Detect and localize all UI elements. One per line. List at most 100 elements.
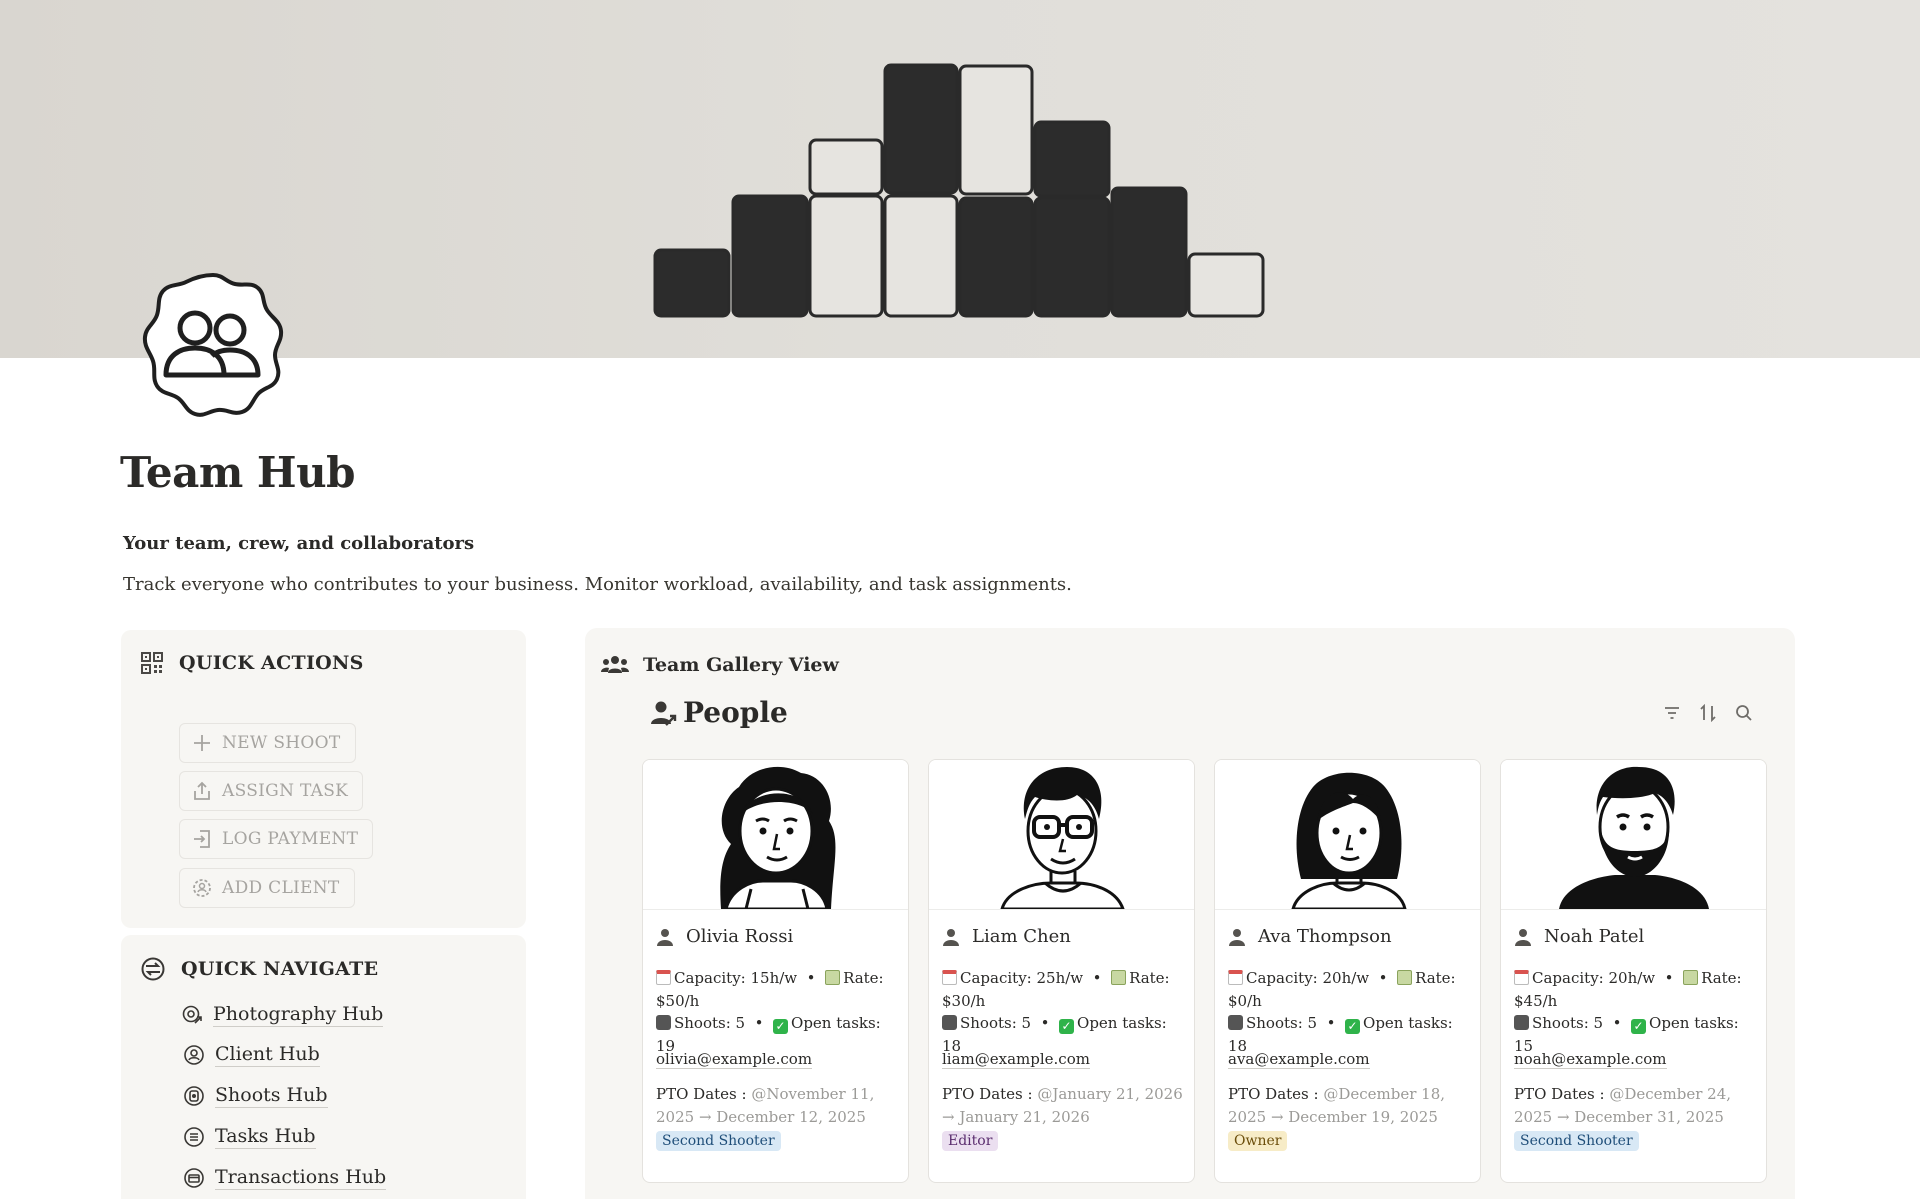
role-badge: Owner xyxy=(1228,1131,1288,1151)
calendar-icon xyxy=(1228,970,1243,985)
nav-shoots-hub-label: Shoots Hub xyxy=(215,1084,328,1108)
email-link[interactable]: noah@example.com xyxy=(1514,1048,1756,1071)
person-name: Ava Thompson xyxy=(1258,926,1392,947)
quick-navigate-heading: QUICK NAVIGATE xyxy=(181,958,379,980)
nav-photography-hub-label: Photography Hub xyxy=(213,1003,384,1027)
checkmark-icon: ✓ xyxy=(1345,1019,1361,1034)
checkmark-icon: ✓ xyxy=(1631,1019,1647,1034)
quick-navigate-panel: QUICK NAVIGATE Photography Hub Client Hu… xyxy=(121,935,526,1199)
email-link[interactable]: liam@example.com xyxy=(942,1048,1184,1071)
page-subtitle: Your team, crew, and collaborators xyxy=(123,533,475,554)
nav-tasks-hub[interactable]: Tasks Hub xyxy=(183,1125,316,1149)
log-payment-button[interactable]: LOG PAYMENT xyxy=(179,819,374,859)
transactions-hub-icon xyxy=(184,1168,204,1188)
person-name: Liam Chen xyxy=(972,926,1071,947)
assign-task-button[interactable]: ASSIGN TASK xyxy=(179,771,364,811)
camera-icon xyxy=(942,1015,957,1030)
nav-client-hub-label: Client Hub xyxy=(215,1043,320,1067)
capacity-text: Capacity: 20h/w xyxy=(1532,969,1656,987)
pto-dates: PTO Dates : @November 11, 2025 → Decembe… xyxy=(656,1083,898,1129)
new-shoot-button[interactable]: NEW SHOOT xyxy=(179,723,356,763)
person-icon xyxy=(1515,928,1531,946)
photography-hub-icon xyxy=(182,1005,202,1024)
log-payment-label: LOG PAYMENT xyxy=(222,829,359,849)
person-name: Noah Patel xyxy=(1544,926,1645,947)
pto-label: PTO Dates : xyxy=(656,1085,747,1103)
camera-icon xyxy=(1514,1015,1529,1030)
cover-image xyxy=(0,0,1920,358)
avatar xyxy=(929,760,1194,910)
person-card[interactable]: Ava Thompson Capacity: 20h/w • Rate: $0/… xyxy=(1214,759,1481,1183)
shoots-text: Shoots: 5 xyxy=(674,1014,746,1032)
nav-transactions-hub-label: Transactions Hub xyxy=(215,1166,387,1190)
shoots-text: Shoots: 5 xyxy=(1246,1014,1318,1032)
person-card[interactable]: Noah Patel Capacity: 20h/w • Rate: $45/h… xyxy=(1500,759,1767,1183)
money-icon xyxy=(1111,970,1127,985)
person-name: Olivia Rossi xyxy=(686,926,794,947)
people-database-title[interactable]: People xyxy=(649,696,788,729)
pto-dates: PTO Dates : @December 18, 2025 → Decembe… xyxy=(1228,1083,1470,1129)
pto-dates: PTO Dates : @January 21, 2026 → January … xyxy=(942,1083,1184,1129)
quick-actions-heading: QUICK ACTIONS xyxy=(179,652,364,674)
qr-grid-icon xyxy=(141,652,163,674)
client-hub-icon xyxy=(184,1045,204,1065)
person-arrow-icon xyxy=(651,701,677,726)
quick-actions-panel: QUICK ACTIONS NEW SHOOT ASSIGN TASK LOG … xyxy=(121,630,526,928)
role-badge: Second Shooter xyxy=(1514,1131,1639,1151)
pto-label: PTO Dates : xyxy=(942,1085,1033,1103)
team-icon xyxy=(138,270,288,420)
capacity-text: Capacity: 25h/w xyxy=(960,969,1084,987)
page-description: Track everyone who contributes to your b… xyxy=(123,574,1072,595)
team-gallery-panel: Team Gallery View People Olivia Rossi Ca… xyxy=(585,628,1795,1199)
person-icon xyxy=(657,928,673,946)
filter-icon[interactable] xyxy=(1663,704,1681,722)
capacity-rate: Capacity: 20h/w • Rate: $0/h xyxy=(1228,969,1456,1010)
role-badge: Editor xyxy=(942,1131,999,1151)
camera-icon xyxy=(656,1015,671,1030)
shoots-hub-icon xyxy=(184,1086,204,1106)
capacity-text: Capacity: 20h/w xyxy=(1246,969,1370,987)
email-link[interactable]: olivia@example.com xyxy=(656,1048,898,1071)
money-icon xyxy=(1397,970,1413,985)
cover-bar-art xyxy=(653,63,1265,318)
camera-icon xyxy=(1228,1015,1243,1030)
person-icon xyxy=(943,928,959,946)
calendar-icon xyxy=(942,970,957,985)
person-card[interactable]: Olivia Rossi Capacity: 15h/w • Rate: $50… xyxy=(642,759,909,1183)
nav-photography-hub[interactable]: Photography Hub xyxy=(181,1003,384,1027)
nav-shoots-hub[interactable]: Shoots Hub xyxy=(183,1084,328,1108)
capacity-text: Capacity: 15h/w xyxy=(674,969,798,987)
plus-icon xyxy=(194,735,210,751)
money-icon xyxy=(1683,970,1699,985)
calendar-icon xyxy=(1514,970,1529,985)
capacity-rate: Capacity: 25h/w • Rate: $30/h xyxy=(942,969,1170,1010)
avatar xyxy=(643,760,908,910)
shoots-text: Shoots: 5 xyxy=(960,1014,1032,1032)
checkmark-icon: ✓ xyxy=(773,1019,789,1034)
shoots-text: Shoots: 5 xyxy=(1532,1014,1604,1032)
assign-task-label: ASSIGN TASK xyxy=(222,781,349,801)
search-icon[interactable] xyxy=(1735,704,1753,722)
share-icon xyxy=(194,781,210,800)
email-link[interactable]: ava@example.com xyxy=(1228,1048,1470,1071)
navigate-icon xyxy=(141,957,165,981)
sort-icon[interactable] xyxy=(1699,704,1717,722)
client-icon xyxy=(193,879,211,897)
capacity-rate: Capacity: 15h/w • Rate: $50/h xyxy=(656,969,884,1010)
people-title-text: People xyxy=(683,696,788,729)
calendar-icon xyxy=(656,970,671,985)
login-icon xyxy=(194,830,210,848)
avatar xyxy=(1501,760,1766,910)
person-card[interactable]: Liam Chen Capacity: 25h/w • Rate: $30/h … xyxy=(928,759,1195,1183)
capacity-rate: Capacity: 20h/w • Rate: $45/h xyxy=(1514,969,1742,1010)
nav-transactions-hub[interactable]: Transactions Hub xyxy=(183,1166,387,1190)
add-client-label: ADD CLIENT xyxy=(222,878,340,898)
role-badge: Second Shooter xyxy=(656,1131,781,1151)
pto-label: PTO Dates : xyxy=(1514,1085,1605,1103)
money-icon xyxy=(825,970,841,985)
nav-tasks-hub-label: Tasks Hub xyxy=(215,1125,316,1149)
gallery-heading: Team Gallery View xyxy=(643,654,839,676)
add-client-button[interactable]: ADD CLIENT xyxy=(179,868,355,908)
nav-client-hub[interactable]: Client Hub xyxy=(183,1043,320,1067)
new-shoot-label: NEW SHOOT xyxy=(222,733,341,753)
